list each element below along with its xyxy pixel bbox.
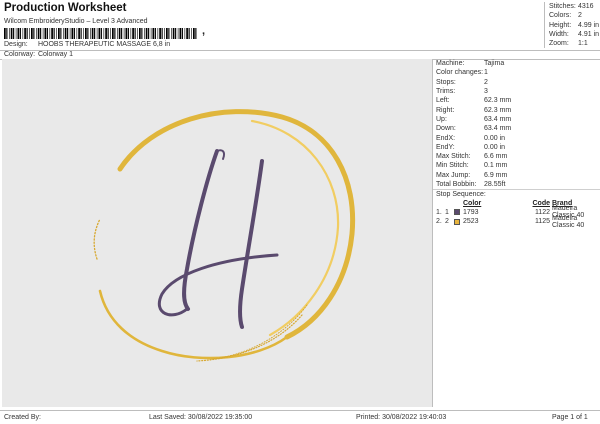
machine-info-label: Total Bobbin: [436,181,477,188]
created-by: Created By: [4,414,41,421]
stat-colors: Colors: 2 [549,12,582,20]
stat-stitches: Stitches: 4316 [549,3,594,11]
machine-info-row: Min Stitch: 0.1 mm [433,161,600,170]
machine-info-value: Tajima [484,60,505,68]
machine-info-row: Machine: Tajima [433,59,600,68]
machine-info-value: 3 [484,88,488,96]
machine-info-row: EndY: 0.00 in [433,143,600,152]
gold-ring-lower-arc [98,289,289,360]
design-row: Design: HOOBS THERAPEUTIC MASSAGE 6,8 in [4,41,170,48]
colorway-label: Colorway: [4,51,36,58]
machine-info-label: Trims: [436,88,456,96]
barcode-suffix: , [202,25,206,37]
machine-info-value: 0.1 mm [484,162,508,170]
machine-info-label: Min Stitch: [436,162,469,170]
machine-info-row: Max Stitch: 6.6 mm [433,152,600,161]
machine-info-value: 62.3 mm [484,97,512,105]
stop-number: 2. [436,218,442,226]
machine-info-label: Color changes: [436,69,484,77]
last-saved: Last Saved: 30/08/2022 19:35:00 [149,414,253,421]
machine-info-value: 0.00 in [484,134,506,142]
stop-sequence-row: 2. 2 2523 1125 Madeira Classic 40 [433,214,600,229]
purple-h-right-stroke [238,159,264,329]
machine-info-row: Max Jump: 6.9 mm [433,171,600,180]
machine-info-row: Up: 63.4 mm [433,115,600,124]
stop-code: 1122 [534,208,550,216]
stop-code: 1125 [534,218,550,226]
design-value: HOOBS THERAPEUTIC MASSAGE 6,8 in [37,41,171,48]
worksheet-title: Production Worksheet [4,2,127,14]
info-panel: Machine: Tajima Color changes: 1 Stops: 2 Trim… [432,59,600,407]
machine-info-row: Color changes: 1 [433,68,600,77]
machine-info-row: Right: 62.3 mm [433,105,600,114]
machine-info-label: Machine: [436,60,465,68]
machine-info-value: 1 [484,69,488,77]
machine-info-label: Up: [436,115,447,123]
divider [0,50,600,51]
purple-h-left-stroke [182,149,219,311]
machine-info-value: 6.6 mm [484,153,508,161]
gold-dotted-left [93,218,101,260]
machine-info-value: 63.4 mm [484,115,512,123]
stat-height: Height: 4.99 in [549,21,600,29]
stop-brand: Madeira Classic 40 [552,214,585,229]
colorway-value: Colorway 1 [37,51,73,58]
purple-h-top-flick [216,149,226,160]
machine-info-label: EndY: [436,143,455,151]
machine-info-value: 62.3 mm [484,106,512,114]
color-swatch [454,218,463,225]
machine-info-value: 0.00 in [484,143,506,151]
software-label: Wilcom EmbroideryStudio – Level 3 Advanc… [4,18,148,25]
machine-info-label: Right: [436,106,455,114]
machine-info-value: 63.4 mm [484,125,512,133]
machine-info-row: EndX: 0.00 in [433,133,600,142]
machine-info-row: Stops: 2 [433,78,600,87]
stop-color-code: 2523 [463,218,479,226]
stop-color-index: 1 [445,208,449,216]
col-code: Code [532,199,551,207]
color-swatch [454,209,463,216]
machine-info-value: 28.55ft [484,181,506,188]
machine-info-label: Stops: [436,78,456,86]
machine-info-row: Total Bobbin: 28.55ft [433,180,600,189]
machine-info-label: Max Stitch: [436,153,471,161]
gold-ring-arc [117,109,356,340]
stop-number: 1. [436,208,442,216]
design-label: Design: [4,41,28,48]
stop-color-index: 2 [445,218,449,226]
footer: Created By: Last Saved: 30/08/2022 19:35… [0,410,600,424]
machine-info-label: Down: [436,125,456,133]
machine-info-label: EndX: [436,134,456,142]
colorway-row: Colorway: Colorway 1 [4,51,73,58]
stats-panel: Stitches: 4316 Colors: 2 Height: 4.99 in Wi… [544,2,600,48]
purple-h-crossbar [158,253,279,317]
stat-width: Width: 4.91 in [549,31,600,39]
stop-sequence-label: Stop Sequence: [433,189,600,198]
machine-info-row: Trims: 3 [433,87,600,96]
machine-info-value: 6.9 mm [484,171,508,179]
machine-info-label: Max Jump: [436,171,471,179]
embroidery-design [93,109,356,362]
barcode [4,28,197,39]
col-color: Color [463,199,482,207]
machine-info-row: Down: 63.4 mm [433,124,600,133]
machine-info-row: Left: 62.3 mm [433,96,600,105]
machine-info-value: 2 [484,78,488,86]
stop-color-code: 1793 [463,208,479,216]
printed-date: Printed: 30/08/2022 19:40:03 [356,414,447,421]
design-preview [2,59,432,407]
page-number: Page 1 of 1 [552,414,588,421]
machine-info-label: Left: [436,97,450,105]
stat-zoom: Zoom: 1:1 [549,40,588,48]
